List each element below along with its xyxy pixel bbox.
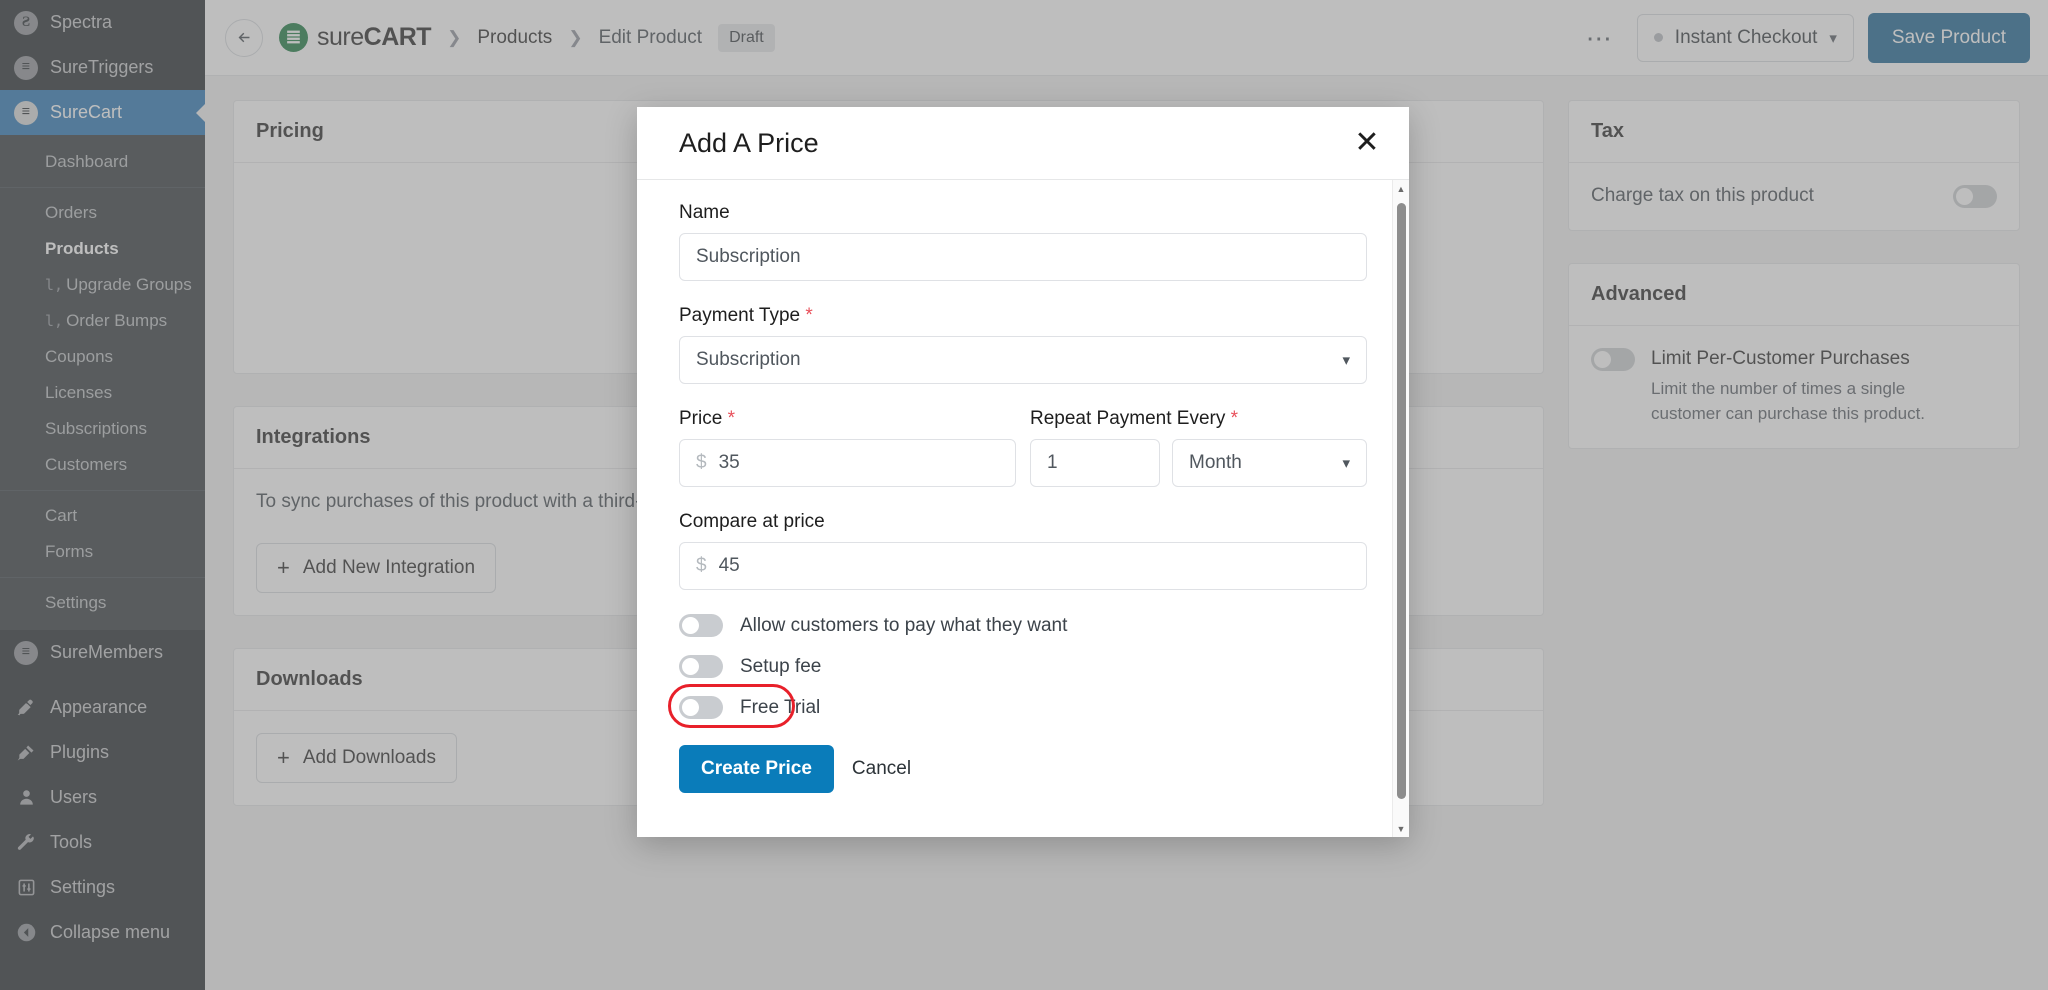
pay-what-you-want-toggle[interactable] [679,614,723,637]
add-price-modal: Add A Price ✕ Name Subscription Payment … [637,107,1409,837]
repeat-unit-select[interactable]: Month ▾ [1172,439,1367,487]
required-asterisk: * [1230,408,1239,429]
currency-symbol: $ [696,452,707,473]
pay-what-you-want-label: Allow customers to pay what they want [740,614,1068,636]
compare-at-price-group: Compare at price $ 45 [679,511,1367,590]
create-price-button[interactable]: Create Price [679,745,834,793]
repeat-count-value: 1 [1047,452,1058,473]
price-input[interactable]: $ 35 [679,439,1016,487]
required-asterisk: * [805,305,813,326]
price-field-group: Price * $ 35 [679,408,1016,487]
repeat-inputs: 1 Month ▾ [1030,439,1367,487]
setup-fee-toggle[interactable] [679,655,723,678]
modal-body: Name Subscription Payment Type * Subscri… [637,180,1409,837]
cancel-button[interactable]: Cancel [852,758,911,780]
compare-at-price-label: Compare at price [679,511,825,532]
chevron-down-icon: ▾ [1342,455,1350,472]
setup-fee-row[interactable]: Setup fee [679,655,1367,678]
price-input-value: 35 [718,452,740,473]
name-input-value: Subscription [696,246,801,267]
pay-what-you-want-row[interactable]: Allow customers to pay what they want [679,614,1367,637]
modal-title: Add A Price [679,127,819,158]
modal-actions: Create Price Cancel [679,745,1367,793]
scroll-up-arrow-icon[interactable]: ▲ [1393,180,1409,197]
free-trial-label: Free Trial [740,696,821,718]
payment-type-label-text: Payment Type [679,305,801,326]
setup-fee-label: Setup fee [740,655,822,677]
close-icon[interactable]: ✕ [1347,123,1387,163]
chevron-down-icon: ▾ [1342,352,1350,369]
modal-header: Add A Price ✕ [637,107,1409,180]
repeat-count-input[interactable]: 1 [1030,439,1160,487]
name-input[interactable]: Subscription [679,233,1367,281]
compare-at-price-value: 45 [718,555,740,576]
payment-type-label: Payment Type * [679,305,1367,327]
currency-symbol: $ [696,555,707,576]
name-field-group: Name Subscription [679,202,1367,281]
modal-scrollbar[interactable]: ▲ ▼ [1392,180,1409,837]
price-label-text: Price [679,408,723,429]
repeat-label-text: Repeat Payment Every [1030,408,1226,429]
payment-type-select[interactable]: Subscription ▾ [679,336,1367,384]
free-trial-row[interactable]: Free Trial [668,684,1367,728]
repeat-field-group: Repeat Payment Every * 1 Month ▾ [1030,408,1367,487]
price-label: Price * [679,408,1016,430]
repeat-label: Repeat Payment Every * [1030,408,1367,430]
repeat-unit-value: Month [1189,452,1242,473]
app-root: ≣ sureCART ❯ Products ❯ Edit Product Dra… [0,0,2048,990]
scrollbar-track[interactable] [1393,197,1409,820]
scroll-down-arrow-icon[interactable]: ▼ [1393,820,1409,837]
compare-at-price-input[interactable]: $ 45 [679,542,1367,590]
name-label: Name [679,202,730,223]
payment-type-field-group: Payment Type * Subscription ▾ [679,305,1367,384]
payment-type-value: Subscription [696,349,801,370]
required-asterisk: * [727,408,735,429]
price-repeat-row: Price * $ 35 Repeat Payment Every * 1 Mo… [679,408,1367,487]
free-trial-toggle[interactable] [679,696,723,719]
scrollbar-thumb[interactable] [1397,203,1406,799]
